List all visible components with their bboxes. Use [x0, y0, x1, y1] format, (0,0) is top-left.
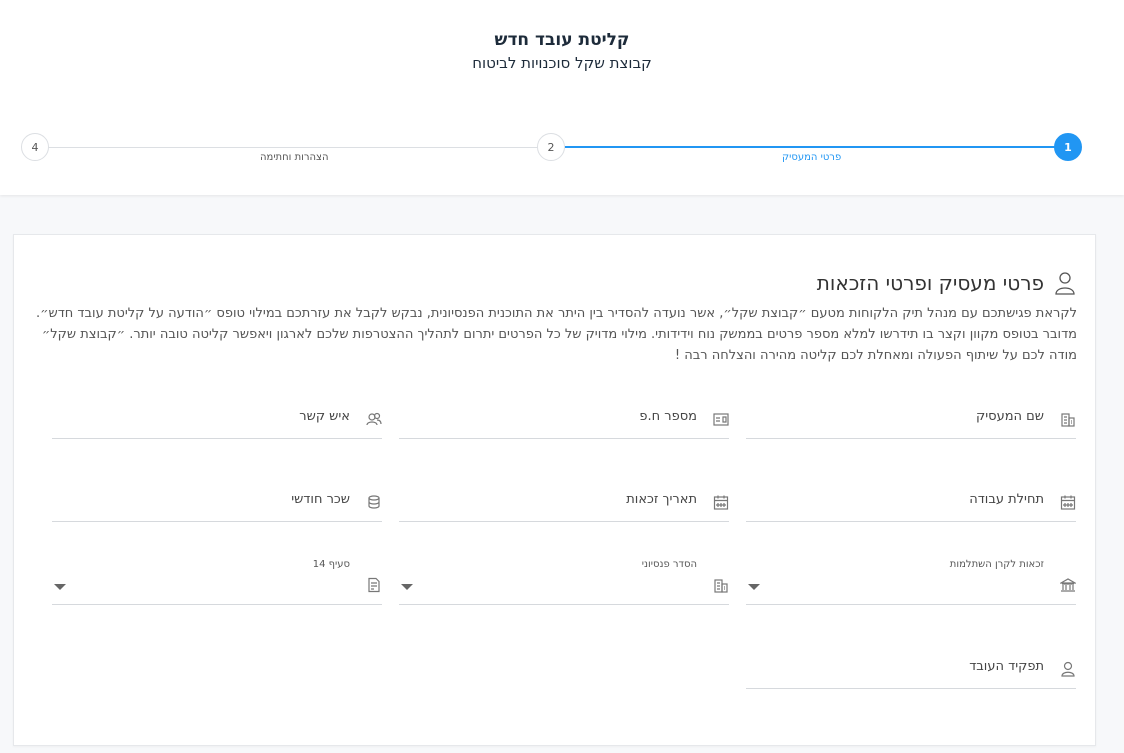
company-number-field[interactable]: מספר ח.פ — [399, 399, 729, 439]
step-connector-active — [565, 146, 1055, 148]
employee-role-label: תפקיד העובד — [969, 659, 1044, 674]
building-icon — [1061, 413, 1075, 427]
start-date-field[interactable]: תחילת עבודה — [746, 482, 1076, 522]
company-number-label: מספר ח.פ — [639, 409, 697, 424]
step-4-label: הצהרות וחתימה — [260, 152, 329, 163]
employer-details-card: פרטי מעסיק ופרטי הזכאות לקראת פגישתכם עם… — [13, 234, 1096, 746]
section-title: פרטי מעסיק ופרטי הזכאות — [816, 271, 1044, 295]
chevron-down-icon[interactable] — [748, 584, 760, 590]
study-fund-label: זכאות לקרן השתלמות — [949, 559, 1044, 570]
user-icon — [1061, 661, 1075, 677]
building-icon — [714, 579, 728, 593]
contact-person-label: איש קשר — [299, 409, 350, 424]
section14-label: סעיף 14 — [312, 559, 350, 570]
employee-role-field[interactable]: תפקיד העובד — [746, 649, 1076, 689]
calendar-icon — [1060, 495, 1076, 510]
step-4-circle[interactable]: 4 — [21, 133, 49, 161]
pension-select[interactable]: הסדר פנסיוני — [399, 559, 729, 605]
eligibility-date-label: תאריך זכאות — [626, 492, 697, 507]
stepper: 4 הצהרות וחתימה 2 1 פרטי המעסיק — [0, 0, 1124, 195]
start-date-label: תחילת עבודה — [969, 492, 1044, 507]
employer-name-field[interactable]: שם המעסיק — [746, 399, 1076, 439]
intro-paragraph: לקראת פגישתכם עם מנהל תיק הלקוחות מטעם ״… — [35, 306, 1077, 363]
employer-name-label: שם המעסיק — [976, 409, 1044, 424]
section-header: פרטי מעסיק ופרטי הזכאות — [817, 271, 1076, 295]
page-header: קליטת עובד חדש קבוצת שקל סוכנויות לביטוח… — [0, 0, 1124, 195]
chevron-down-icon[interactable] — [401, 584, 413, 590]
bank-icon — [1060, 578, 1076, 592]
chevron-down-icon[interactable] — [54, 584, 66, 590]
user-icon — [1055, 272, 1075, 295]
step-1-circle[interactable]: 1 — [1054, 133, 1082, 161]
step-1-label: פרטי המעסיק — [782, 152, 842, 163]
pension-label: הסדר פנסיוני — [641, 559, 697, 570]
step-connector — [48, 147, 538, 148]
users-icon — [366, 412, 382, 426]
contact-person-field[interactable]: איש קשר — [52, 399, 382, 439]
calendar-icon — [713, 495, 729, 510]
step-2-circle[interactable]: 2 — [537, 133, 565, 161]
monthly-salary-field[interactable]: שכר חודשי — [52, 482, 382, 522]
document-icon — [368, 577, 380, 593]
id-card-icon — [713, 413, 729, 426]
coins-icon — [368, 495, 380, 509]
section14-select[interactable]: סעיף 14 — [52, 559, 382, 605]
monthly-salary-label: שכר חודשי — [291, 492, 350, 507]
eligibility-date-field[interactable]: תאריך זכאות — [399, 482, 729, 522]
study-fund-select[interactable]: זכאות לקרן השתלמות — [746, 559, 1076, 605]
